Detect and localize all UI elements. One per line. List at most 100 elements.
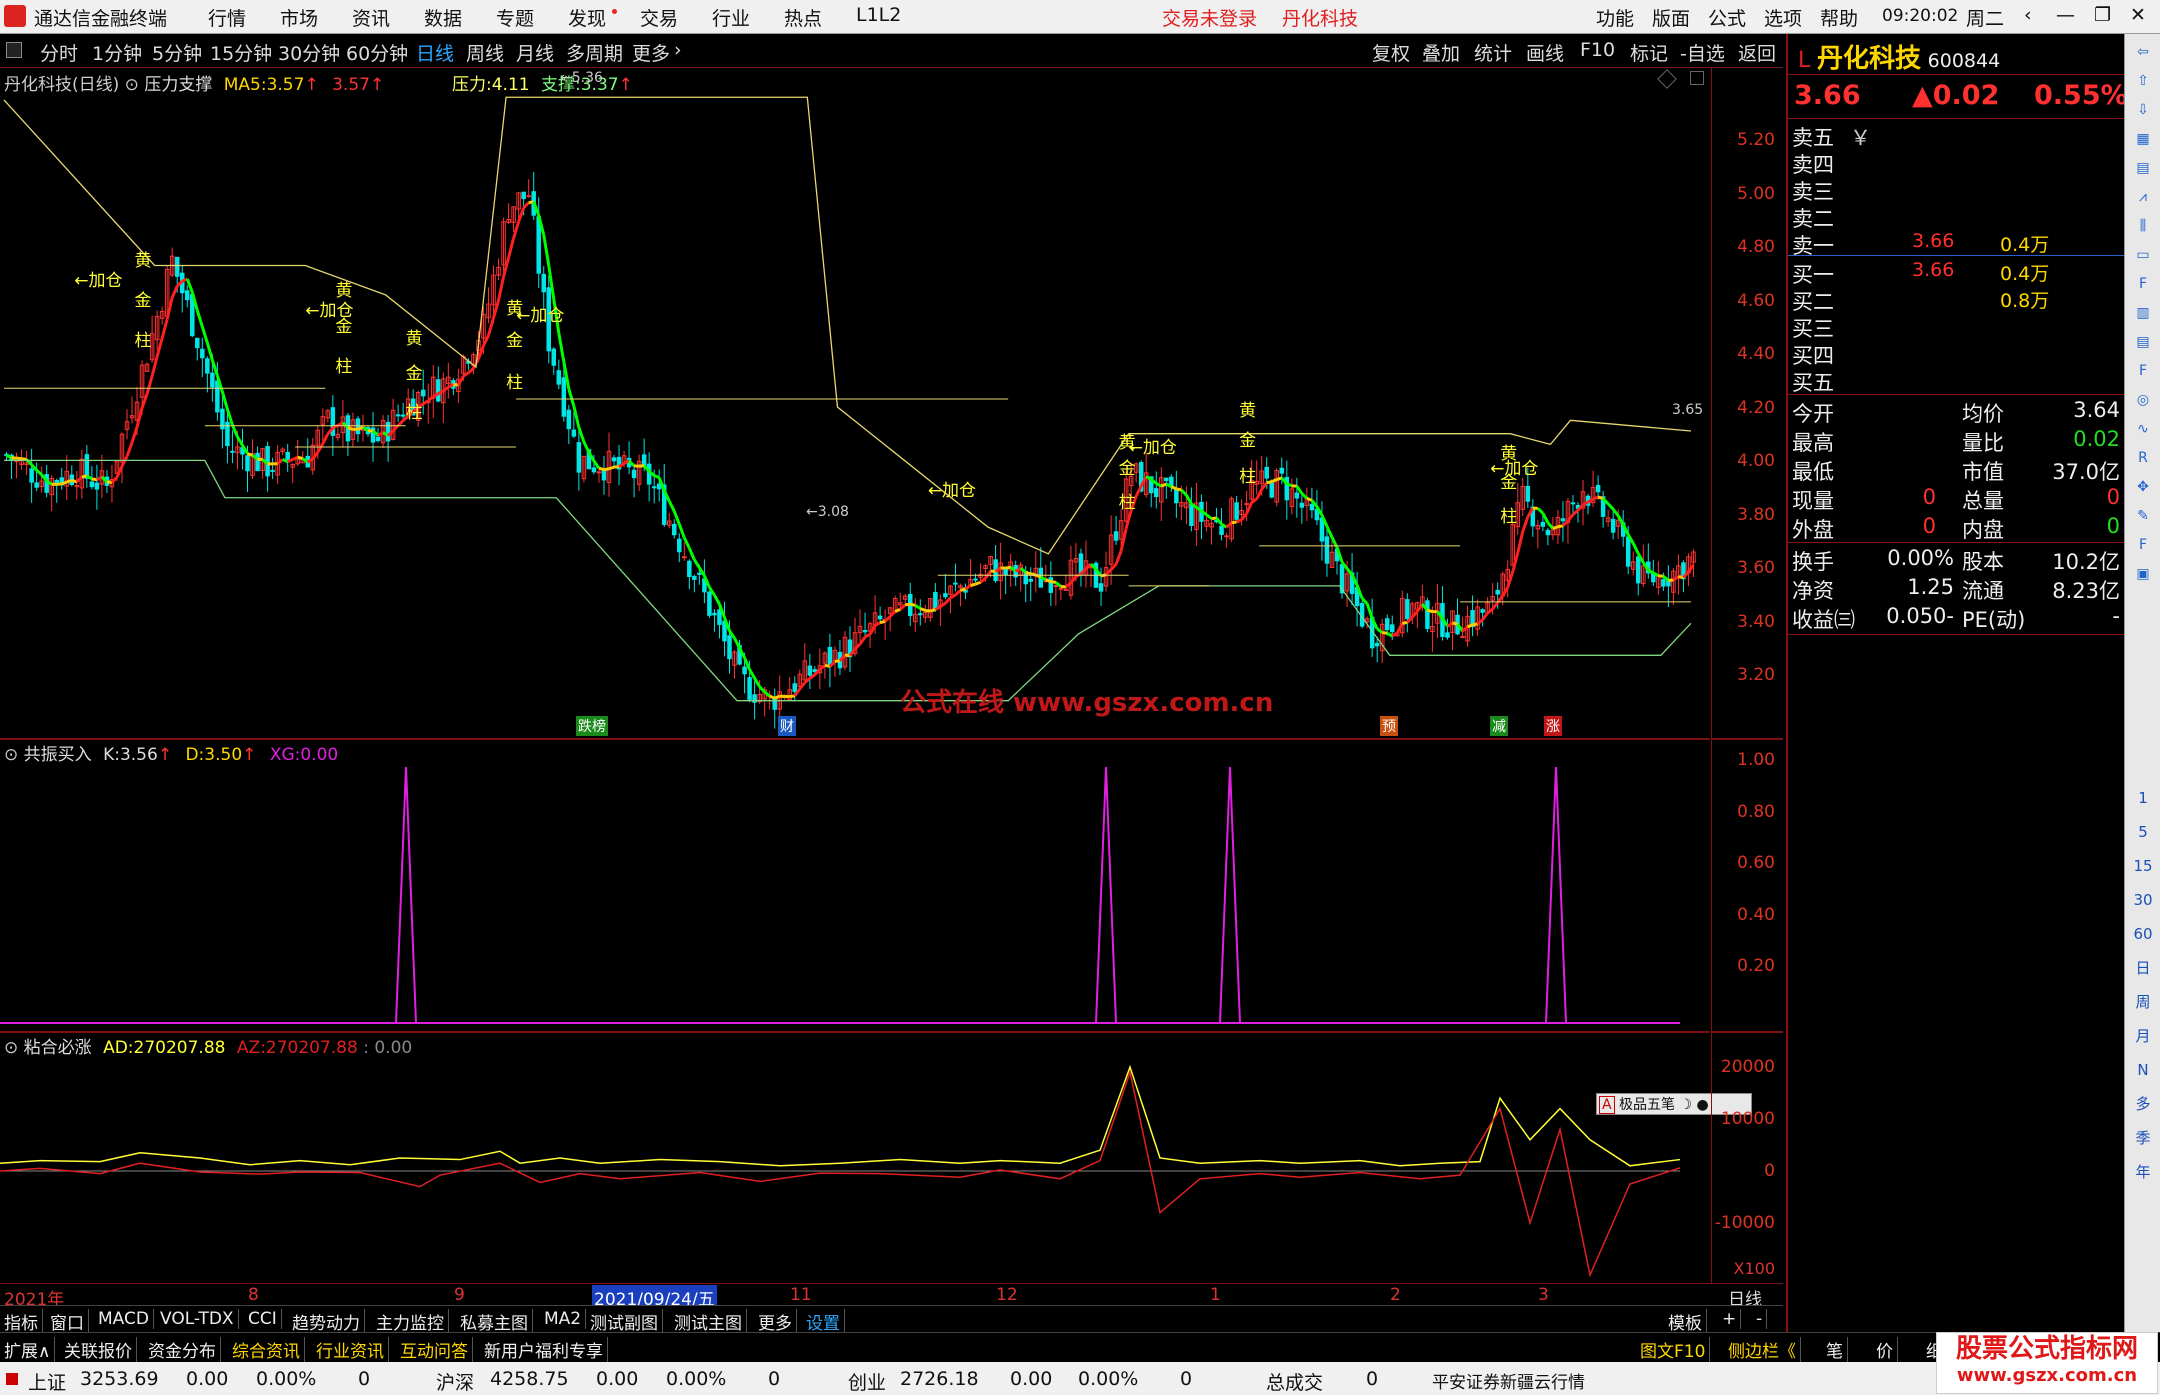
tab-zonghe[interactable]: 综合资讯 [228,1337,305,1362]
tab-gengduo[interactable]: 更多 [754,1309,797,1334]
move-icon[interactable]: ✥ [2131,475,2155,499]
sidebar-period[interactable]: 60 [2131,922,2155,946]
f2-icon[interactable]: F [2131,359,2155,383]
sidebar-period[interactable]: 日 [2131,956,2155,980]
tab-simu[interactable]: 私募主图 [456,1309,533,1334]
sh-name[interactable]: 上证 [28,1368,66,1395]
collapse-icon[interactable] [6,42,22,58]
tab-tuwen-f10[interactable]: 图文F10 [1636,1337,1711,1362]
sidebar-period[interactable]: 15 [2131,854,2155,878]
tab-muban[interactable]: 模板 [1664,1309,1707,1334]
news-icon[interactable]: ▤ [2131,330,2155,354]
rsi-icon[interactable]: R [2131,446,2155,470]
sidebar-period[interactable]: N [2131,1058,2155,1082]
menu-redian[interactable]: 热点 [784,4,822,31]
menu-shuju[interactable]: 数据 [424,4,462,31]
close-icon[interactable]: ✕ [2130,4,2146,26]
adhesion-chart[interactable] [0,1033,1710,1283]
tab-hangye-zx[interactable]: 行业资讯 [312,1337,389,1362]
arrow-up-icon[interactable]: ⇧ [2131,69,2155,93]
menu-banmian[interactable]: 版面 [1652,4,1690,31]
tab-daily[interactable]: 日线 [416,39,454,66]
tab-hudong[interactable]: 互动问答 [396,1337,473,1362]
menu-gongneng[interactable]: 功能 [1596,4,1634,31]
tab-cebianlan[interactable]: 侧边栏《 [1724,1337,1801,1362]
fs-icon[interactable]: F [2131,533,2155,557]
sidebar-period[interactable]: 季 [2131,1126,2155,1150]
kline-icon[interactable]: ⫼ [2131,214,2155,238]
tab-minus[interactable]: - [1752,1309,1768,1329]
arrow-down-icon[interactable]: ⇩ [2131,98,2155,122]
btn-huaxian[interactable]: 画线 [1526,39,1564,66]
btn-fuquan[interactable]: 复权 [1372,39,1410,66]
sidebar-period[interactable]: 年 [2131,1160,2155,1184]
minimize-icon[interactable]: — [2056,4,2075,26]
btn-biaoji[interactable]: 标记 [1630,39,1668,66]
wave-icon[interactable]: ∿ [2131,417,2155,441]
event-yu[interactable]: 预 [1380,716,1398,736]
tab-5min[interactable]: 5分钟 [152,39,202,66]
resonance-chart[interactable] [0,740,1710,1033]
chart-icon[interactable]: ⩘ [2131,185,2155,209]
btn-diejia[interactable]: 叠加 [1422,39,1460,66]
table-icon[interactable]: ▥ [2131,301,2155,325]
tab-chuangkou[interactable]: 窗口 [46,1309,89,1334]
event-cai[interactable]: 财 [778,716,796,736]
menu-hangye[interactable]: 行业 [712,4,750,31]
menu-jiaoyi[interactable]: 交易 [640,4,678,31]
tab-test-sub[interactable]: 测试副图 [586,1309,663,1334]
tab-guanlian[interactable]: 关联报价 [60,1337,137,1362]
tab-fenshi[interactable]: 分时 [40,39,78,66]
event-jian[interactable]: 减 [1490,716,1508,736]
restore-icon[interactable]: ❐ [2094,4,2111,26]
tab-qushi[interactable]: 趋势动力 [288,1309,365,1334]
tab-15min[interactable]: 15分钟 [210,39,272,66]
sidebar-period[interactable]: 1 [2131,786,2155,810]
btn-zixuan[interactable]: -自选 [1680,39,1725,66]
tab-shezhi[interactable]: 设置 [802,1309,845,1334]
tab-plus[interactable]: + [1718,1309,1742,1329]
tab-30min[interactable]: 30分钟 [278,39,340,66]
main-kline-pane[interactable]: 丹化科技(日线) ⊙ 压力支撑 MA5:3.57↑ 3.57↑ 压力:4.11 … [0,68,1710,740]
event-zhang[interactable]: 涨 [1544,716,1562,736]
tab-zhuli[interactable]: 主力监控 [372,1309,449,1334]
f10-icon[interactable]: F [2131,272,2155,296]
tab-jia[interactable]: 价 [1872,1337,1898,1362]
sidebar-period[interactable]: 周 [2131,990,2155,1014]
back-arrow-icon[interactable]: ‹ [2024,4,2032,26]
tab-60min[interactable]: 60分钟 [346,39,408,66]
circle-icon[interactable]: ◎ [2131,388,2155,412]
tab-macd[interactable]: MACD [94,1309,154,1329]
tab-zhibiao[interactable]: 指标 [0,1309,43,1334]
tab-kuozhan[interactable]: 扩展∧ [0,1337,56,1362]
list-icon[interactable]: ▤ [2131,156,2155,180]
login-status[interactable]: 交易未登录 [1162,4,1257,31]
adhesion-pane[interactable]: ⊙ 粘合必涨 AD:270207.88 AZ:270207.88 : 0.00 … [0,1033,1752,1283]
img-icon[interactable]: ▣ [2131,562,2155,586]
doc-icon[interactable]: ▭ [2131,243,2155,267]
hs-name[interactable]: 沪深 [436,1368,474,1395]
sidebar-period[interactable]: 5 [2131,820,2155,844]
menu-shichang[interactable]: 市场 [280,4,318,31]
tab-vol-tdx[interactable]: VOL-TDX [156,1309,239,1329]
sidebar-period[interactable]: 30 [2131,888,2155,912]
tab-more[interactable]: 更多 [632,39,670,66]
btn-f10[interactable]: F10 [1580,39,1615,61]
resonance-pane[interactable]: ⊙ 共振买入 K:3.56↑ D:3.50↑ XG:0.00 [0,740,1710,1033]
menu-faxian[interactable]: 发现 [568,4,606,31]
menu-bangzhu[interactable]: 帮助 [1820,4,1858,31]
menu-gongshi[interactable]: 公式 [1708,4,1746,31]
grid-icon[interactable]: ▦ [2131,127,2155,151]
menu-xuanxiang[interactable]: 选项 [1764,4,1802,31]
tab-cci[interactable]: CCI [244,1309,282,1329]
tab-zijin[interactable]: 资金分布 [144,1337,221,1362]
cy-name[interactable]: 创业 [848,1368,886,1395]
menu-hangqing[interactable]: 行情 [208,4,246,31]
pen-icon[interactable]: ✎ [2131,504,2155,528]
tab-1min[interactable]: 1分钟 [92,39,142,66]
menu-zixun[interactable]: 资讯 [352,4,390,31]
menu-zhuanti[interactable]: 专题 [496,4,534,31]
event-dieband[interactable]: 跌榜 [576,716,608,736]
tab-weekly[interactable]: 周线 [466,39,504,66]
arrow-left-icon[interactable]: ⇦ [2131,40,2155,64]
